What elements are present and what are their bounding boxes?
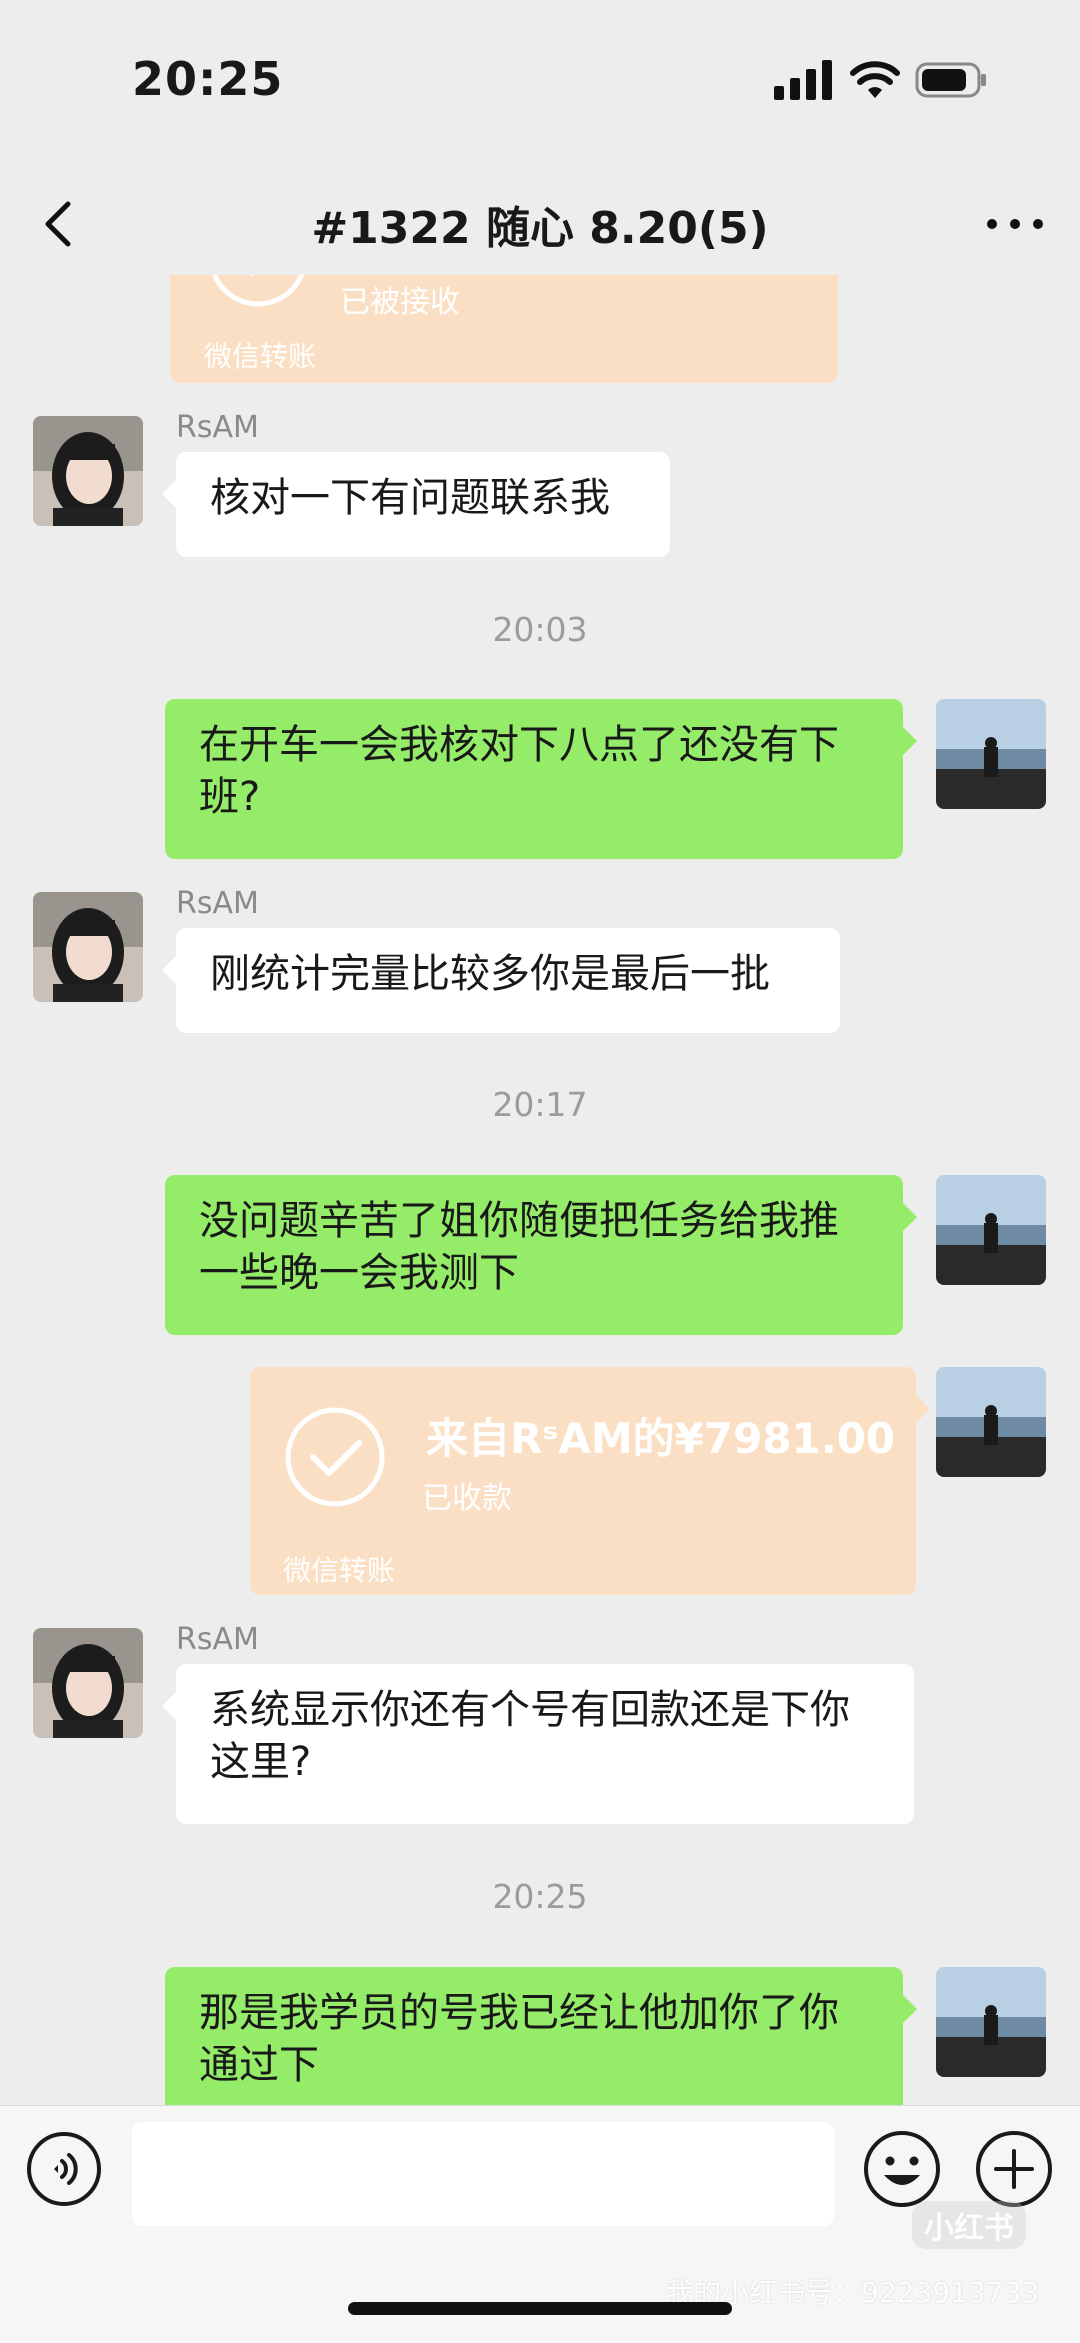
contact-avatar[interactable] xyxy=(33,416,143,526)
transfer-footer: 微信转账 xyxy=(204,340,317,373)
checkmark-circle-icon xyxy=(285,1407,385,1507)
checkmark-circle-icon xyxy=(211,275,305,307)
self-avatar[interactable] xyxy=(936,699,1046,809)
message-list[interactable]: 已被接收 微信转账 RsAM 核对一下有问题联系我 20:03 在开车一会我核对… xyxy=(0,275,1080,2105)
message-bubble-incoming[interactable]: 核对一下有问题联系我 xyxy=(162,452,670,557)
watermark-logo: 小红书 xyxy=(912,2201,1026,2249)
contact-avatar[interactable] xyxy=(33,1628,143,1738)
sender-name: RsAM xyxy=(176,886,259,921)
battery-icon xyxy=(915,62,986,98)
voice-input-icon[interactable] xyxy=(26,2131,102,2207)
message-bubble-outgoing[interactable]: 没问题辛苦了姐你随便把任务给我推一些晚一会我测下 xyxy=(165,1175,917,1335)
sender-name: RsAM xyxy=(176,410,259,445)
contact-avatar[interactable] xyxy=(33,892,143,1002)
transfer-amount: 来自RˢAM的¥7981.00 xyxy=(426,1414,896,1463)
chat-title: #1322 随心 8.20(5) xyxy=(311,203,769,254)
status-time: 20:25 xyxy=(132,52,284,106)
message-bubble-outgoing[interactable]: 在开车一会我核对下八点了还没有下班? xyxy=(165,699,917,859)
emoji-icon[interactable] xyxy=(862,2129,942,2209)
message-timestamp: 20:17 xyxy=(492,1085,588,1124)
transfer-status: 已被接收 xyxy=(340,285,460,320)
self-avatar[interactable] xyxy=(936,1367,1046,1477)
sender-name: RsAM xyxy=(176,1622,259,1657)
plus-icon[interactable] xyxy=(974,2129,1054,2209)
home-indicator[interactable] xyxy=(348,2302,732,2315)
message-timestamp: 20:25 xyxy=(492,1877,588,1916)
back-arrow-icon[interactable] xyxy=(30,194,90,254)
message-bubble-incoming[interactable]: 刚统计完量比较多你是最后一批 xyxy=(162,928,840,1033)
message-bubble-outgoing[interactable]: 那是我学员的号我已经让他加你了你通过下 xyxy=(165,1967,917,2105)
self-avatar[interactable] xyxy=(936,1175,1046,1285)
cellular-signal-icon xyxy=(774,60,832,100)
self-avatar[interactable] xyxy=(936,1967,1046,2077)
message-timestamp: 20:03 xyxy=(492,610,588,649)
transfer-card-partial[interactable]: 已被接收 微信转账 xyxy=(170,275,838,383)
status-bar: 20:25 xyxy=(0,0,1080,160)
wifi-icon xyxy=(850,61,900,98)
message-bubble-incoming[interactable]: 系统显示你还有个号有回款还是下你这里? xyxy=(162,1664,914,1824)
transfer-card[interactable]: 来自RˢAM的¥7981.00 已收款 微信转账 xyxy=(250,1367,930,1595)
transfer-status: 已收款 xyxy=(422,1481,512,1516)
chat-header: #1322 随心 8.20(5) xyxy=(0,170,1080,280)
message-input[interactable] xyxy=(132,2122,834,2226)
more-options-icon[interactable] xyxy=(980,194,1050,254)
transfer-footer: 微信转账 xyxy=(283,1554,396,1587)
